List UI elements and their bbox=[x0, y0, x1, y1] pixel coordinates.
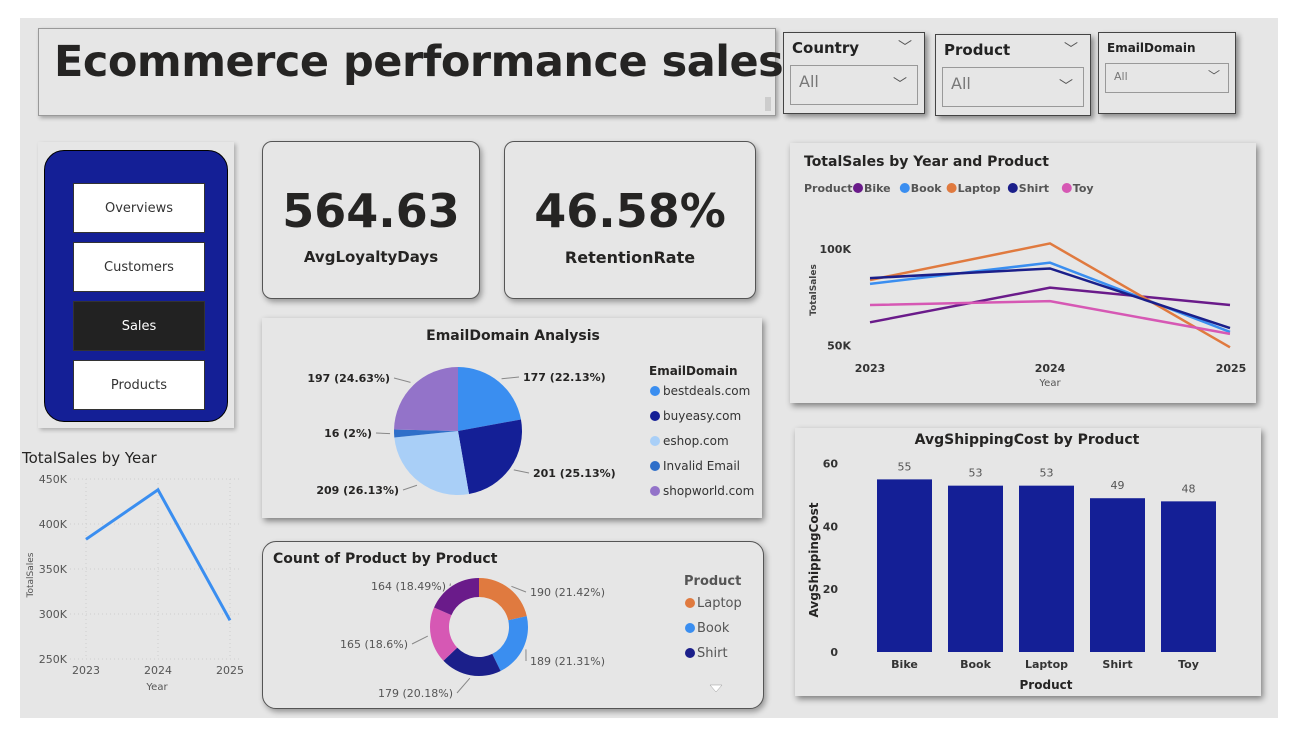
product-dropdown[interactable]: All ﹀ bbox=[942, 67, 1084, 107]
country-slicer[interactable]: Country ﹀ All ﹀ bbox=[783, 32, 925, 114]
nav-panel: Overviews Customers Sales Products bbox=[44, 150, 228, 422]
chevron-down-icon: ﹀ bbox=[1059, 79, 1073, 95]
emaildomain-slicer[interactable]: EmailDomain All ﹀ bbox=[1098, 32, 1236, 114]
product-value: All bbox=[951, 74, 971, 93]
nav-panel-frame: Overviews Customers Sales Products bbox=[38, 142, 234, 428]
emaildomain-slicer-label: EmailDomain bbox=[1107, 41, 1196, 55]
nav-sales-button[interactable]: Sales bbox=[73, 301, 205, 351]
kpi-label-loyalty: AvgLoyaltyDays bbox=[303, 248, 439, 266]
shipping-cost-card bbox=[795, 428, 1261, 696]
sales-by-year-product-card bbox=[790, 143, 1256, 403]
kpi-value-loyalty: 564.63 bbox=[282, 184, 460, 238]
chevron-down-icon: ﹀ bbox=[1207, 69, 1220, 83]
chevron-down-icon[interactable]: ﹀ bbox=[898, 37, 912, 57]
nav-overviews-button[interactable]: Overviews bbox=[73, 183, 205, 233]
page-title: Ecommerce performance sales bbox=[54, 37, 784, 87]
header-bar: Ecommerce performance sales bbox=[38, 28, 784, 116]
country-value: All bbox=[799, 72, 819, 91]
product-slicer-label: Product bbox=[944, 41, 1011, 59]
country-slicer-label: Country bbox=[792, 39, 860, 57]
kpi-card-retention: 46.58% RetentionRate bbox=[504, 141, 756, 299]
nav-customers-button[interactable]: Customers bbox=[73, 242, 205, 292]
emaildomain-value: All bbox=[1114, 70, 1128, 83]
emaildomain-dropdown[interactable]: All ﹀ bbox=[1105, 63, 1229, 93]
product-slicer[interactable]: Product ﹀ All ﹀ bbox=[935, 34, 1091, 116]
kpi-label-retention: RetentionRate bbox=[564, 248, 696, 267]
emaildomain-card bbox=[262, 318, 762, 518]
kpi-card-loyalty: 564.63 AvgLoyaltyDays bbox=[262, 141, 480, 299]
nav-products-button[interactable]: Products bbox=[73, 360, 205, 410]
scroll-handle[interactable] bbox=[765, 97, 771, 111]
country-dropdown[interactable]: All ﹀ bbox=[790, 65, 918, 105]
chevron-down-icon: ﹀ bbox=[893, 77, 907, 93]
product-count-card bbox=[262, 541, 764, 709]
chevron-down-icon[interactable]: ﹀ bbox=[1064, 39, 1078, 59]
kpi-value-retention: 46.58% bbox=[534, 184, 726, 238]
